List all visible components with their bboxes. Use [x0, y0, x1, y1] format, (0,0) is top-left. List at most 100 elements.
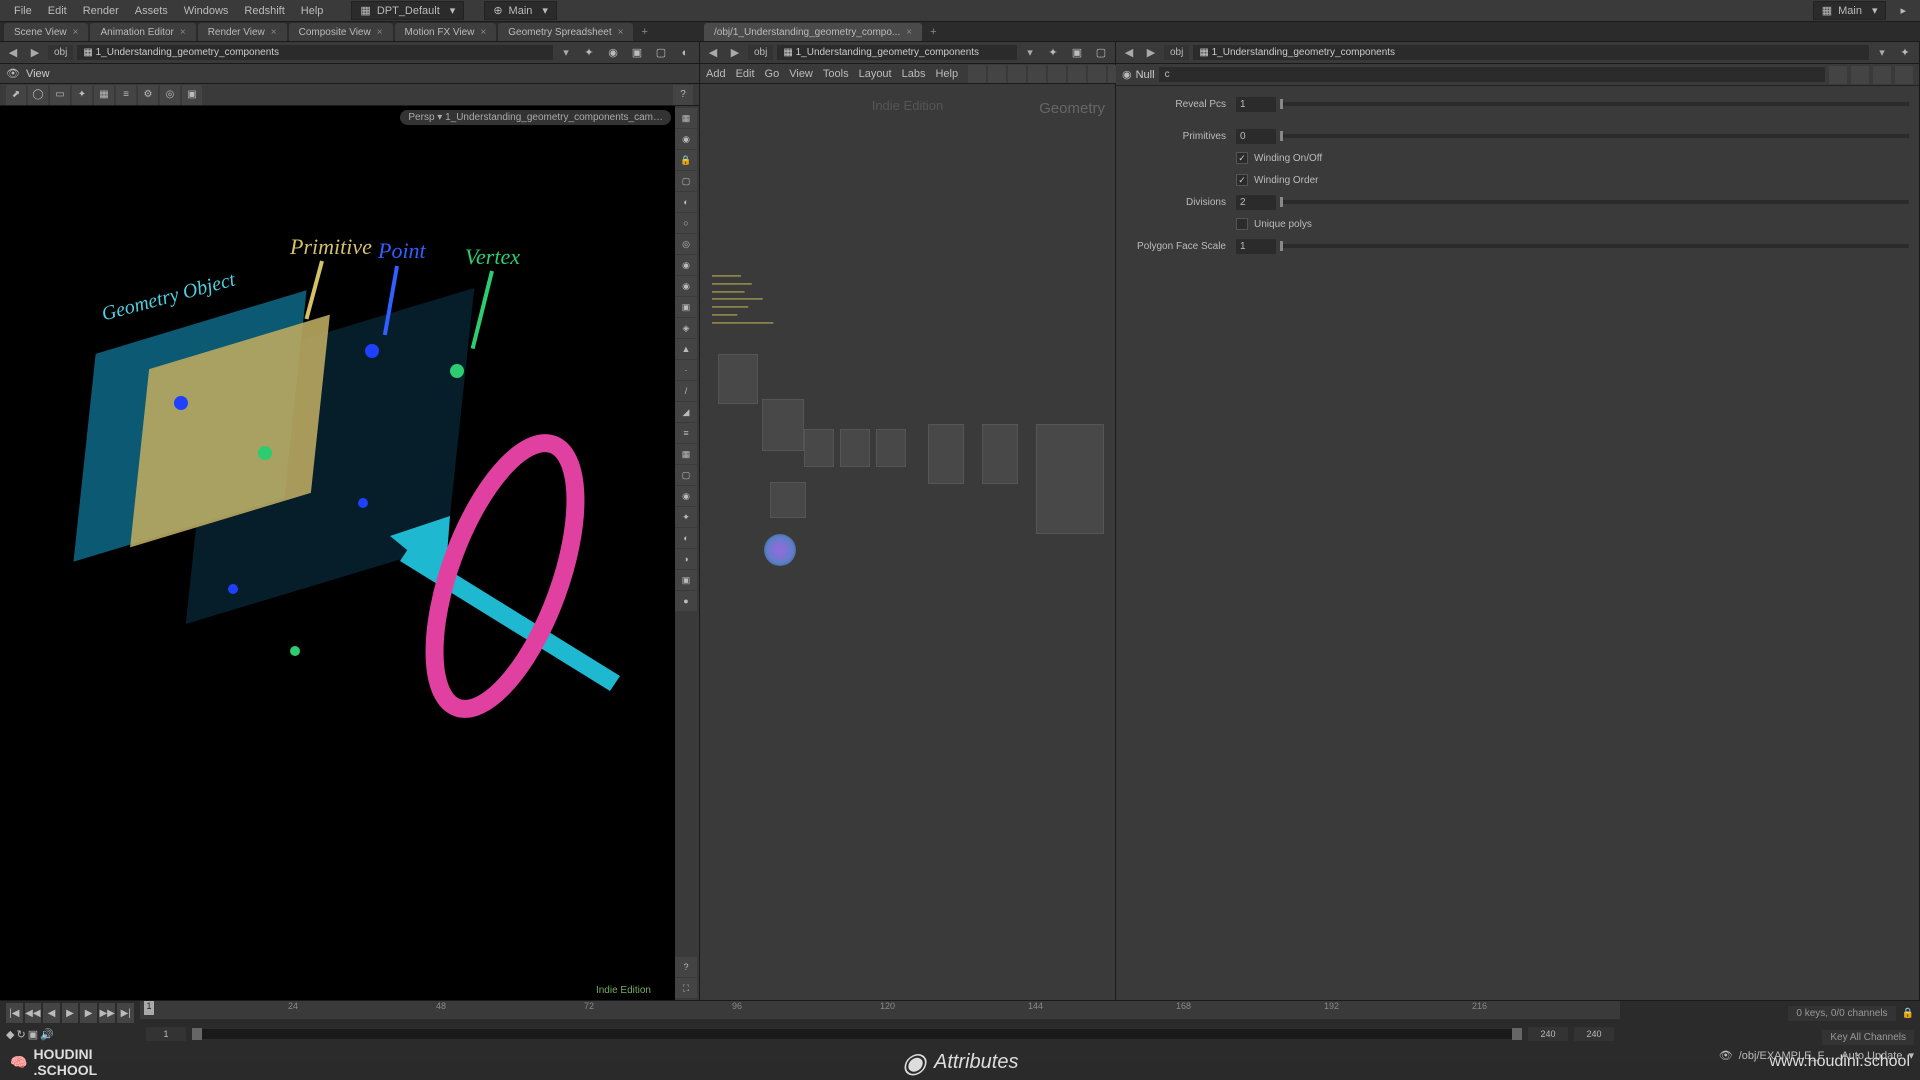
- tab-add-button[interactable]: +: [924, 23, 942, 41]
- side-tool[interactable]: ✦: [675, 507, 697, 527]
- checkbox[interactable]: [1236, 152, 1248, 164]
- chevron-down-icon[interactable]: ▾: [1873, 44, 1891, 62]
- side-tool[interactable]: ▦: [675, 444, 697, 464]
- param-slider[interactable]: [1280, 200, 1909, 204]
- pin-icon[interactable]: ✦: [1043, 43, 1063, 63]
- close-icon[interactable]: ×: [377, 27, 383, 38]
- time-ruler[interactable]: 1 24 48 72 96 120 144 168 192 216: [140, 1001, 1620, 1019]
- menu-file[interactable]: File: [6, 2, 40, 20]
- select-tool[interactable]: ⬈: [6, 85, 26, 105]
- node-box[interactable]: [982, 424, 1018, 484]
- prev-key-button[interactable]: ◀◀: [25, 1003, 42, 1023]
- side-tool[interactable]: ·: [675, 360, 697, 380]
- net-menu-labs[interactable]: Labs: [902, 68, 926, 80]
- box-tool[interactable]: ▭: [50, 85, 70, 105]
- path-field[interactable]: ▦ 1_Understanding_geometry_components: [1193, 45, 1869, 60]
- param-value[interactable]: 1: [1236, 97, 1276, 112]
- first-frame-button[interactable]: |◀: [6, 1003, 23, 1023]
- tab-geo-spreadsheet[interactable]: Geometry Spreadsheet×: [498, 23, 633, 41]
- side-tool[interactable]: ▢: [675, 171, 697, 191]
- net-menu-tools[interactable]: Tools: [823, 68, 849, 80]
- range-start[interactable]: 1: [146, 1027, 186, 1041]
- close-icon[interactable]: ×: [73, 27, 79, 38]
- net-menu-layout[interactable]: Layout: [859, 68, 892, 80]
- side-tool[interactable]: ▦: [675, 108, 697, 128]
- display-icon[interactable]: ◉: [603, 43, 623, 63]
- eye-icon[interactable]: 👁: [1719, 1049, 1733, 1062]
- menu-edit[interactable]: Edit: [40, 2, 75, 20]
- pin-icon[interactable]: ✦: [1895, 43, 1915, 63]
- node-box[interactable]: [718, 354, 758, 404]
- tab-add-button[interactable]: +: [635, 23, 653, 41]
- tab-network[interactable]: /obj/1_Understanding_geometry_compo...×: [704, 23, 922, 41]
- close-icon[interactable]: ×: [618, 27, 624, 38]
- lock-icon[interactable]: 🔒: [1902, 1008, 1914, 1019]
- close-icon[interactable]: ×: [480, 27, 486, 38]
- key-channels[interactable]: Key All Channels: [1822, 1030, 1914, 1045]
- side-tool[interactable]: ◉: [675, 255, 697, 275]
- menu-overflow[interactable]: ▸: [1892, 1, 1914, 20]
- lock-icon[interactable]: 🔒: [675, 150, 697, 170]
- loop-button[interactable]: ↻: [16, 1028, 25, 1041]
- help-icon[interactable]: [1873, 66, 1891, 84]
- side-tool[interactable]: ◐: [675, 528, 697, 548]
- path-field[interactable]: ▦ 1_Understanding_geometry_components: [77, 45, 553, 60]
- search-icon[interactable]: [1851, 66, 1869, 84]
- menu-redshift[interactable]: Redshift: [236, 2, 292, 20]
- param-slider[interactable]: [1280, 244, 1909, 248]
- net-icon[interactable]: [1028, 65, 1046, 83]
- desktop-selector[interactable]: ▦ DPT_Default ▾: [351, 1, 464, 20]
- param-slider[interactable]: [1280, 134, 1909, 138]
- network-canvas[interactable]: Indie Edition Geometry ━━━━━━━━━━━━━━━━━…: [700, 84, 1115, 1000]
- view-icon[interactable]: ▣: [1067, 43, 1087, 63]
- side-tool[interactable]: ◉: [675, 486, 697, 506]
- path-segment[interactable]: obj: [48, 45, 73, 60]
- menu-help[interactable]: Help: [293, 2, 332, 20]
- chevron-down-icon[interactable]: ▾: [1021, 44, 1039, 62]
- net-menu-view[interactable]: View: [789, 68, 813, 80]
- net-icon[interactable]: [1048, 65, 1066, 83]
- side-tool[interactable]: ≡: [675, 423, 697, 443]
- net-icon[interactable]: [968, 65, 986, 83]
- side-tool[interactable]: ▣: [675, 570, 697, 590]
- audio-button[interactable]: 🔊: [40, 1028, 54, 1041]
- list-tool[interactable]: ≡: [116, 85, 136, 105]
- camera-icon[interactable]: ◎: [160, 85, 180, 105]
- nav-back-button[interactable]: ◀: [4, 44, 22, 62]
- range-out[interactable]: 240: [1574, 1027, 1614, 1041]
- net-icon[interactable]: [1068, 65, 1086, 83]
- side-tool[interactable]: ○: [675, 213, 697, 233]
- menu-windows[interactable]: Windows: [176, 2, 237, 20]
- last-frame-button[interactable]: ▶|: [117, 1003, 134, 1023]
- tab-composite-view[interactable]: Composite View×: [289, 23, 393, 41]
- nav-fwd-button[interactable]: ▶: [1142, 44, 1160, 62]
- checkbox[interactable]: [1236, 174, 1248, 186]
- net-menu-edit[interactable]: Edit: [736, 68, 755, 80]
- net-menu-go[interactable]: Go: [765, 68, 780, 80]
- gear-icon[interactable]: [1829, 66, 1847, 84]
- help-icon[interactable]: ?: [673, 85, 693, 105]
- nav-fwd-button[interactable]: ▶: [26, 44, 44, 62]
- playhead[interactable]: 1: [144, 1001, 154, 1015]
- node-box[interactable]: [762, 399, 804, 451]
- range-end[interactable]: 240: [1528, 1027, 1568, 1041]
- nav-back-button[interactable]: ◀: [1120, 44, 1138, 62]
- side-tool[interactable]: ◉: [675, 129, 697, 149]
- sel-icon[interactable]: ▢: [651, 43, 671, 63]
- menu-assets[interactable]: Assets: [127, 2, 176, 20]
- key-button[interactable]: ◆: [6, 1028, 14, 1041]
- node-name-field[interactable]: c: [1159, 67, 1825, 82]
- close-icon[interactable]: ×: [271, 27, 277, 38]
- close-icon[interactable]: ×: [906, 27, 912, 38]
- realtime-button[interactable]: ▣: [28, 1028, 38, 1041]
- param-value[interactable]: 1: [1236, 239, 1276, 254]
- side-tool[interactable]: ▢: [675, 465, 697, 485]
- nav-back-button[interactable]: ◀: [704, 44, 722, 62]
- net-menu-help[interactable]: Help: [935, 68, 958, 80]
- right-selector[interactable]: ▦ Main ▾: [1813, 1, 1887, 20]
- radial-selector[interactable]: ⊕ Main ▾: [484, 1, 557, 20]
- side-tool[interactable]: ◈: [675, 318, 697, 338]
- net-icon[interactable]: [1008, 65, 1026, 83]
- node-box[interactable]: [840, 429, 870, 467]
- pin-icon[interactable]: ✦: [579, 43, 599, 63]
